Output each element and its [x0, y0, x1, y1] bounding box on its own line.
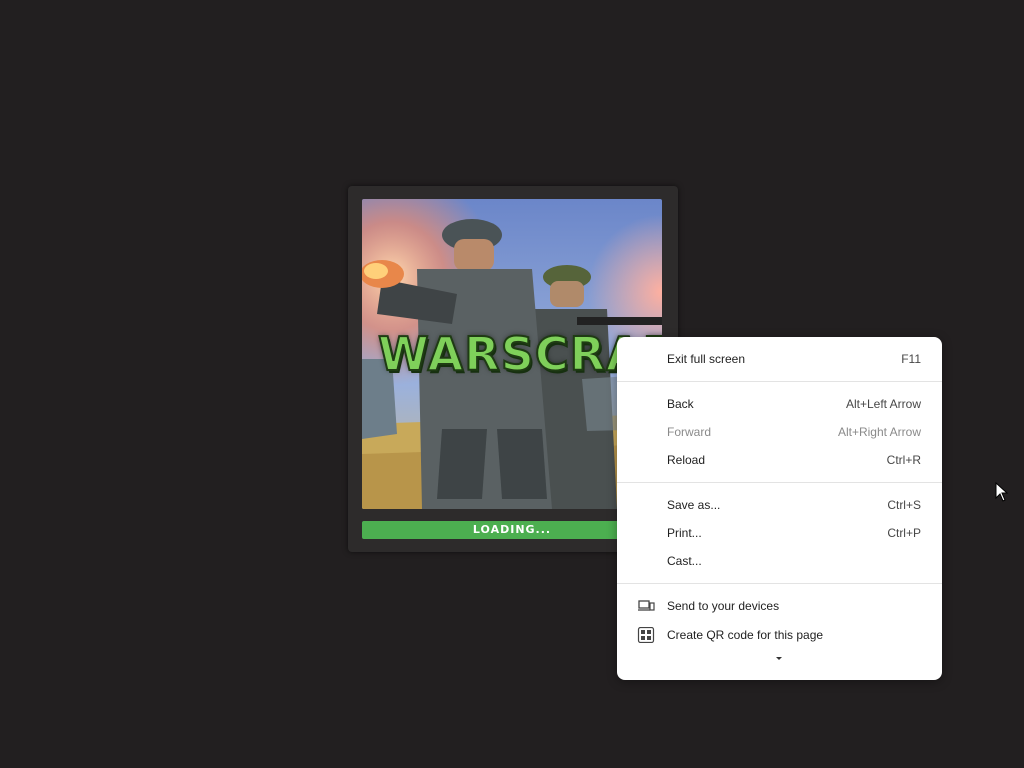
menu-item-forward[interactable]: Forward Alt+Right Arrow — [617, 418, 942, 446]
menu-item-label: Create QR code for this page — [667, 628, 824, 642]
devices-icon — [637, 598, 655, 614]
menu-item-send-to-devices[interactable]: Send to your devices — [617, 592, 942, 620]
menu-item-shortcut: Ctrl+P — [887, 526, 921, 540]
menu-item-create-qr-code[interactable]: Create QR code for this page — [617, 621, 942, 649]
menu-item-label: Save as... — [667, 498, 721, 512]
page: WARSCRAFT LOADING... Exit full screen F1… — [0, 0, 1024, 768]
menu-item-shortcut: Alt+Left Arrow — [845, 397, 921, 411]
menu-item-label: Back — [667, 397, 694, 411]
menu-item-label: Exit full screen — [667, 352, 746, 366]
context-menu: Exit full screen F11 Back Alt+Left Arrow… — [617, 337, 942, 680]
menu-item-shortcut: Ctrl+S — [887, 498, 921, 512]
menu-item-label: Print... — [667, 526, 702, 540]
menu-separator — [617, 583, 942, 584]
menu-item-cast[interactable]: Cast... — [617, 547, 942, 575]
chevron-down-icon[interactable] — [772, 652, 786, 662]
menu-item-reload[interactable]: Reload Ctrl+R — [617, 446, 942, 474]
menu-separator — [617, 381, 942, 382]
menu-item-shortcut: Alt+Right Arrow — [837, 425, 921, 439]
menu-separator — [617, 482, 942, 483]
menu-item-back[interactable]: Back Alt+Left Arrow — [617, 390, 942, 418]
menu-item-shortcut: F11 — [901, 352, 921, 366]
menu-item-shortcut: Ctrl+R — [886, 453, 921, 467]
menu-item-label: Forward — [667, 425, 712, 439]
menu-item-save-as[interactable]: Save as... Ctrl+S — [617, 491, 942, 519]
mouse-cursor-icon — [995, 481, 1009, 502]
menu-item-print[interactable]: Print... Ctrl+P — [617, 519, 942, 547]
qr-code-icon — [637, 626, 655, 644]
menu-item-label: Cast... — [667, 554, 702, 568]
menu-item-label: Send to your devices — [667, 599, 780, 613]
menu-item-exit-full-screen[interactable]: Exit full screen F11 — [617, 345, 942, 373]
menu-item-label: Reload — [667, 453, 706, 467]
